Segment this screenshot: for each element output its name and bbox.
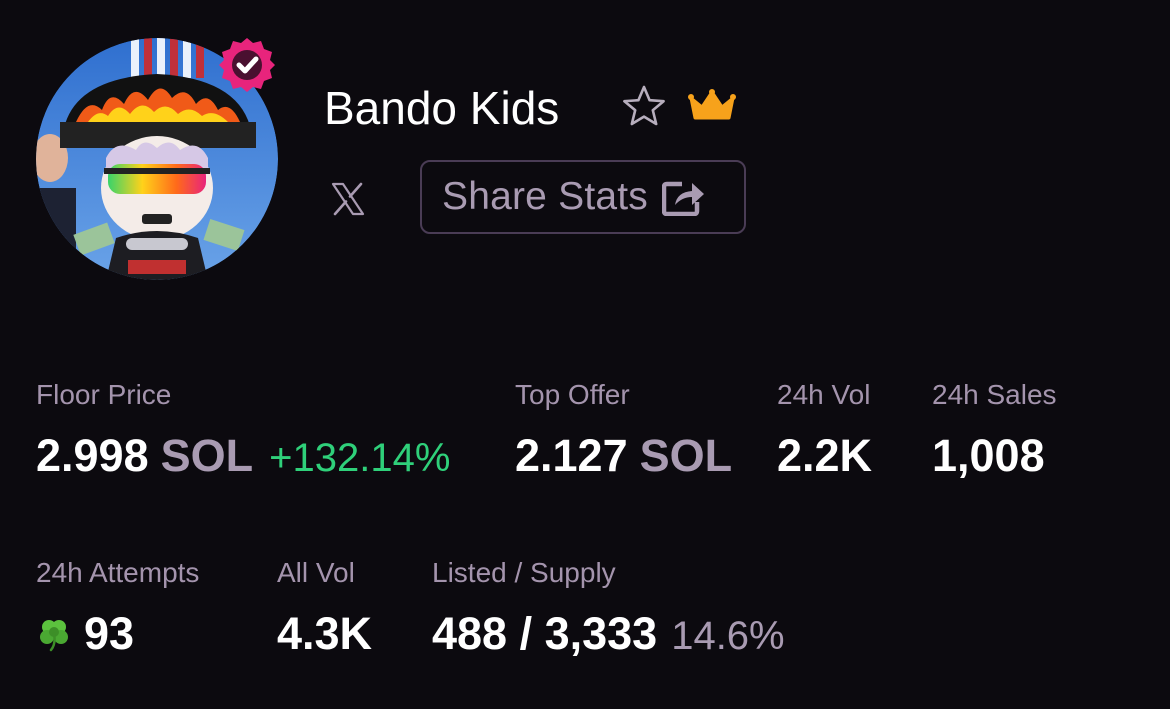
stat-listed-supply: Listed / Supply 488 / 3,333 14.6% xyxy=(432,556,785,664)
sales-24h-label: 24h Sales xyxy=(932,379,1057,410)
listed-supply-value-row: 488 / 3,333 14.6% xyxy=(432,606,785,664)
all-vol-value: 4.3K xyxy=(277,608,373,659)
share-icon xyxy=(661,181,704,216)
floor-price-unit: SOL xyxy=(160,430,254,481)
listed-supply-label: Listed / Supply xyxy=(432,557,616,588)
all-vol-label: All Vol xyxy=(277,557,355,588)
vol-24h-label: 24h Vol xyxy=(777,379,871,410)
stat-24h-vol: 24h Vol 2.2K xyxy=(777,378,872,484)
vol-24h-value: 2.2K xyxy=(777,430,873,481)
verified-badge-icon xyxy=(219,38,275,92)
collection-title: Bando Kids xyxy=(324,82,560,134)
floor-price-value-row: 2.998 SOL +132.14% xyxy=(36,428,450,486)
floor-price-change: +132.14% xyxy=(269,436,451,480)
x-logo-icon[interactable] xyxy=(330,181,366,217)
clover-icon xyxy=(40,620,68,652)
collection-stats-page: Bando Kids Share Stats Floor Price 2.998… xyxy=(0,0,1170,709)
attempts-24h-value: 93 xyxy=(84,608,135,659)
top-offer-unit: SOL xyxy=(639,430,733,481)
top-offer-value-row: 2.127 SOL xyxy=(515,428,732,484)
listed-supply-value: 488 / 3,333 xyxy=(432,608,658,659)
share-stats-button[interactable]: Share Stats xyxy=(420,160,746,234)
stat-all-vol: All Vol 4.3K xyxy=(277,556,372,662)
vol-24h-value-row: 2.2K xyxy=(777,428,872,484)
star-icon[interactable] xyxy=(621,84,667,128)
stat-floor-price: Floor Price 2.998 SOL +132.14% xyxy=(36,378,450,486)
attempts-24h-value-row: 93 xyxy=(36,606,199,662)
collection-avatar[interactable] xyxy=(36,38,278,280)
share-stats-label: Share Stats xyxy=(442,175,648,218)
all-vol-value-row: 4.3K xyxy=(277,606,372,662)
floor-price-value: 2.998 xyxy=(36,430,149,481)
sales-24h-value-row: 1,008 xyxy=(932,428,1057,484)
listed-percent: 14.6% xyxy=(671,614,785,658)
stat-24h-attempts: 24h Attempts 93 xyxy=(36,556,199,662)
top-offer-label: Top Offer xyxy=(515,379,630,410)
floor-price-label: Floor Price xyxy=(36,379,172,410)
stat-top-offer: Top Offer 2.127 SOL xyxy=(515,378,732,484)
sales-24h-value: 1,008 xyxy=(932,430,1045,481)
stat-24h-sales: 24h Sales 1,008 xyxy=(932,378,1057,484)
crown-icon xyxy=(688,89,736,120)
top-offer-value: 2.127 xyxy=(515,430,628,481)
attempts-24h-label: 24h Attempts xyxy=(36,557,200,588)
